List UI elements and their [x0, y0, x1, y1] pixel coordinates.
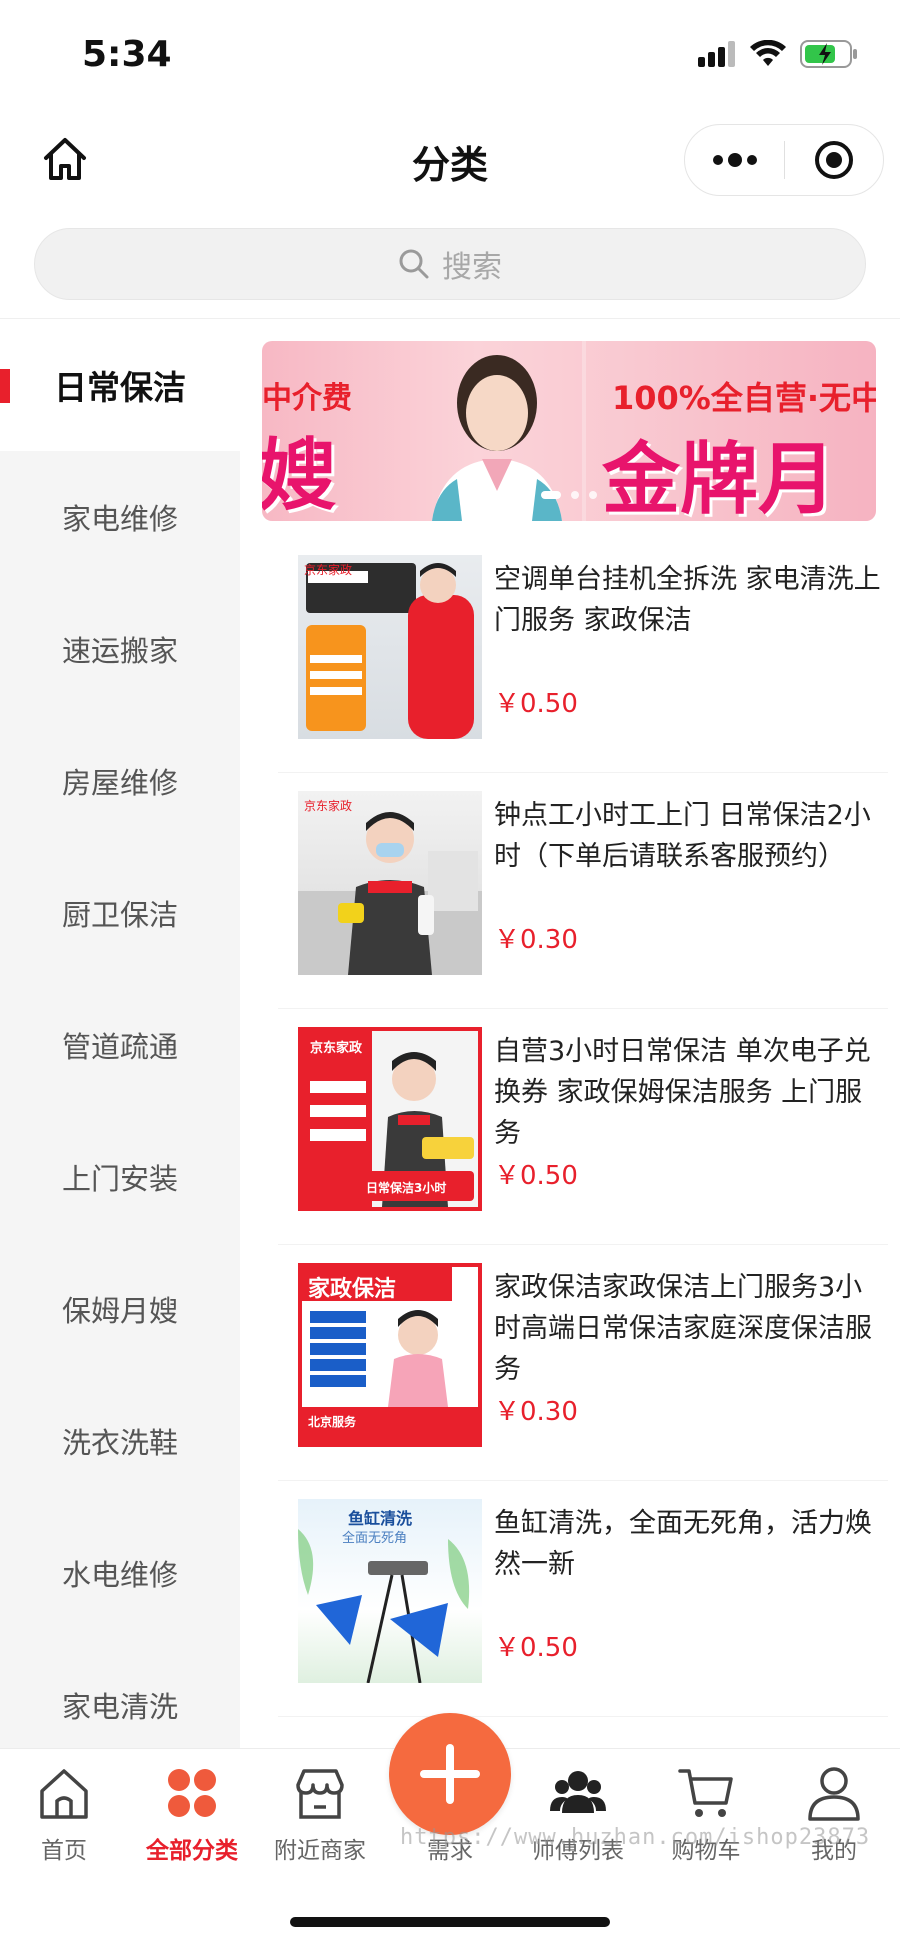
sidebar-item-label: 家电清洗	[61, 1690, 178, 1724]
banner-text-left-big: 嫂	[262, 431, 337, 521]
home-icon	[44, 138, 86, 180]
home-button[interactable]	[38, 132, 92, 186]
status-time: 5:34	[82, 34, 172, 75]
tab-cart[interactable]: 购物车	[642, 1763, 770, 1873]
product-price: ￥0.50	[494, 689, 578, 719]
banner-text-right-big: 金牌月	[602, 435, 837, 521]
sidebar-item-label: 速运搬家	[61, 634, 178, 668]
home-icon	[40, 1769, 88, 1819]
nav-header: 分类	[0, 110, 900, 210]
tab-nearby-stores[interactable]: 附近商家	[256, 1763, 384, 1873]
sidebar-item-appliance-repair[interactable]: 家电维修	[0, 451, 240, 583]
search-bar[interactable]: 搜索	[34, 228, 866, 300]
product-card[interactable]: 京东家政 钟点工小时工上门 日常保洁2小时（下单后请联系客服预约） ￥0.30	[278, 773, 888, 1009]
publish-demand-button[interactable]	[389, 1713, 511, 1835]
sidebar-item-label: 家电维修	[61, 502, 178, 536]
sidebar-item-daily-cleaning[interactable]: 日常保洁	[0, 319, 240, 451]
sidebar-item-kitchen-bath[interactable]: 厨卫保洁	[0, 847, 240, 979]
product-title: 空调单台挂机全拆洗 家电清洗上门服务 家政保洁	[494, 564, 881, 636]
product-thumbnail: 京东家政	[298, 791, 482, 975]
tab-master-list[interactable]: 师傅列表	[514, 1763, 642, 1873]
signal-icon	[698, 41, 735, 67]
sidebar-item-moving[interactable]: 速运搬家	[0, 583, 240, 715]
search-placeholder: 搜索	[442, 250, 502, 285]
sidebar-item-appliance-cleaning[interactable]: 家电清洗	[0, 1639, 240, 1749]
product-card[interactable]: 鱼缸清洗 全面无死角 鱼缸清洗，全面无死角，活力焕然一新 ￥0.50	[278, 1481, 888, 1717]
product-thumbnail: 京东家政 日常保洁3小时	[298, 1027, 482, 1211]
cart-icon	[678, 1769, 733, 1817]
grid-icon	[168, 1769, 216, 1817]
thumb-sub: 北京服务	[308, 1415, 357, 1429]
product-thumbnail: 家政保洁 北京服务	[298, 1263, 482, 1447]
thumb-badge: 日常保洁3小时	[366, 1181, 447, 1195]
product-price: ￥0.30	[494, 925, 578, 955]
sidebar-item-pipe-dredging[interactable]: 管道疏通	[0, 979, 240, 1111]
sidebar-item-nanny[interactable]: 保姆月嫂	[0, 1243, 240, 1375]
product-price: ￥0.50	[494, 1161, 578, 1191]
tab-profile[interactable]: 我的	[770, 1763, 898, 1873]
sidebar-item-label: 保姆月嫂	[61, 1294, 178, 1328]
mini-program-capsule	[684, 124, 884, 196]
sidebar-item-plumbing-electric[interactable]: 水电维修	[0, 1507, 240, 1639]
home-indicator	[290, 1917, 610, 1927]
product-card[interactable]: 家政保洁 北京服务 家政保洁家政保洁上门服务3小时高端日常保洁家庭深度保洁服务 …	[278, 1245, 888, 1481]
category-sidebar: 日常保洁 家电维修 速运搬家 房屋维修 厨卫保洁 管道疏通 上门安装 保姆月嫂 …	[0, 319, 240, 1749]
tab-home[interactable]: 首页	[0, 1763, 128, 1873]
sidebar-item-label: 水电维修	[61, 1558, 178, 1592]
promo-banner[interactable]: 中介费 嫂 100%全自营·无中 金牌月	[262, 341, 876, 521]
plus-icon	[420, 1744, 480, 1804]
sidebar-item-label: 洗衣洗鞋	[61, 1426, 178, 1460]
tab-label: 首页	[41, 1838, 87, 1864]
sidebar-item-label: 房屋维修	[61, 766, 178, 800]
status-icons	[698, 40, 858, 68]
close-button[interactable]	[785, 125, 883, 195]
search-icon	[399, 249, 429, 279]
tab-all-categories[interactable]: 全部分类	[128, 1763, 256, 1873]
battery-icon	[800, 40, 857, 68]
close-circle-icon	[814, 141, 853, 179]
bottom-tab-bar: 首页 全部分类 附近商家 需求 师傅列表 购物车 我的 https://www.…	[0, 1713, 900, 1948]
sidebar-item-label: 日常保洁	[54, 368, 186, 407]
sidebar-item-laundry[interactable]: 洗衣洗鞋	[0, 1375, 240, 1507]
sidebar-item-label: 厨卫保洁	[61, 898, 178, 932]
more-button[interactable]	[685, 125, 784, 195]
more-icon	[712, 155, 723, 165]
product-price: ￥0.30	[494, 1397, 578, 1427]
thumb-brand: 京东家政	[310, 1041, 363, 1056]
store-icon	[296, 1769, 344, 1819]
product-image	[298, 812, 482, 975]
sidebar-item-label: 上门安装	[61, 1162, 178, 1196]
product-title: 自营3小时日常保洁 单次电子兑换券 家政保姆保洁服务 上门服务	[494, 1036, 871, 1149]
product-card[interactable]: 京东家政 空调单台挂机全拆洗 家电清洗上门服务 家政保洁 ￥0.50	[278, 537, 888, 773]
product-image	[306, 563, 474, 739]
product-thumbnail: 京东家政	[298, 555, 482, 739]
product-price: ￥0.50	[494, 1633, 578, 1663]
wifi-icon	[750, 40, 786, 66]
banner-text-left-top: 中介费	[262, 381, 352, 416]
sidebar-item-label: 管道疏通	[61, 1030, 178, 1064]
tab-label: 全部分类	[146, 1838, 238, 1864]
thumb-brand: 京东家政	[304, 563, 353, 577]
product-card[interactable]: 京东家政 日常保洁3小时 自营3小时日常保洁 单次电子兑换券 家政保姆保洁服务 …	[278, 1009, 888, 1245]
users-icon	[550, 1771, 606, 1813]
product-thumbnail: 鱼缸清洗 全面无死角	[298, 1499, 482, 1683]
sidebar-item-installation[interactable]: 上门安装	[0, 1111, 240, 1243]
product-title: 鱼缸清洗，全面无死角，活力焕然一新	[494, 1508, 872, 1580]
watermark: https://www.huzhan.com/ishop23873	[400, 1825, 871, 1850]
product-list-area: 中介费 嫂 100%全自营·无中 金牌月 京东家政 空调单台挂机全拆洗 家电清洗…	[240, 319, 900, 1749]
banner-pagination	[262, 491, 876, 499]
product-title: 家政保洁家政保洁上门服务3小时高端日常保洁家庭深度保洁服务	[494, 1272, 872, 1385]
product-title: 钟点工小时工上门 日常保洁2小时（下单后请联系客服预约）	[494, 800, 871, 872]
tab-label: 附近商家	[274, 1838, 366, 1864]
banner-text-right-top: 100%全自营·无中	[612, 379, 876, 417]
thumb-title: 鱼缸清洗	[348, 1509, 413, 1528]
sidebar-item-house-repair[interactable]: 房屋维修	[0, 715, 240, 847]
thumb-sub: 全面无死角	[342, 1531, 408, 1546]
user-icon	[808, 1767, 860, 1821]
thumb-brand: 家政保洁	[308, 1277, 397, 1302]
status-bar: 5:34	[0, 0, 900, 110]
thumb-brand: 京东家政	[304, 799, 353, 813]
